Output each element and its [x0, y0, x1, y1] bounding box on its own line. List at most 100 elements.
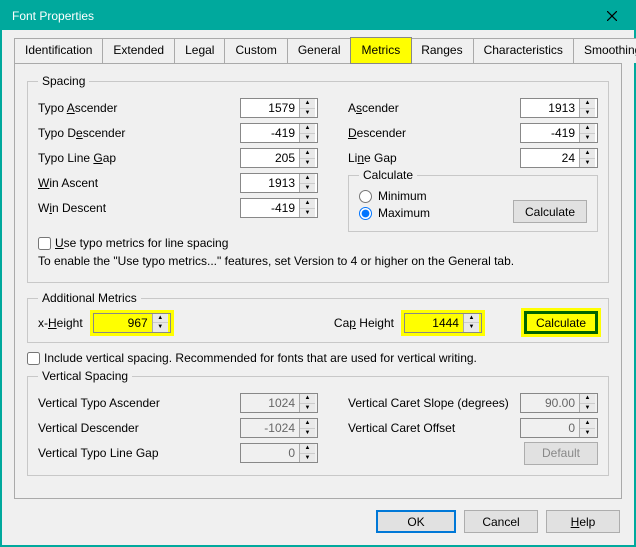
typo-note: To enable the "Use typo metrics..." feat… [38, 254, 598, 268]
spacing-legend: Spacing [38, 74, 89, 88]
spin-up-icon[interactable]: ▲ [300, 124, 315, 134]
additional-legend: Additional Metrics [38, 291, 141, 305]
spin-up-icon[interactable]: ▲ [300, 199, 315, 209]
minimum-radio[interactable] [359, 190, 372, 203]
additional-metrics-group: Additional Metrics x-Height ▲▼ Cap Heigh… [27, 291, 609, 343]
spin-up-icon: ▲ [300, 394, 315, 404]
spin-down-icon[interactable]: ▼ [300, 134, 315, 143]
spin-up-icon[interactable]: ▲ [580, 124, 595, 134]
spin-down-icon[interactable]: ▼ [153, 323, 168, 332]
typo-descender-spinner[interactable]: ▲▼ [240, 123, 318, 143]
help-button[interactable]: Help [546, 510, 620, 533]
calculate-group: Calculate Minimum Maximum Calculate [348, 175, 598, 232]
additional-calculate-button[interactable]: Calculate [524, 311, 598, 334]
maximum-label: Maximum [378, 206, 430, 220]
win-descent-spinner[interactable]: ▲▼ [240, 198, 318, 218]
spin-down-icon[interactable]: ▼ [580, 159, 595, 168]
spin-up-icon[interactable]: ▲ [300, 174, 315, 184]
vertical-spacing-group: Vertical Spacing Vertical Typo Ascender … [27, 369, 609, 476]
x-height-input[interactable] [94, 314, 152, 332]
tab-extended[interactable]: Extended [102, 38, 175, 63]
maximum-radio[interactable] [359, 207, 372, 220]
typo-ascender-input[interactable] [241, 99, 299, 117]
spin-down-icon: ▼ [300, 454, 315, 463]
tab-metrics[interactable]: Metrics [351, 38, 412, 63]
include-vertical-checkbox[interactable] [27, 352, 40, 365]
vertical-legend: Vertical Spacing [38, 369, 132, 383]
tab-smoothing[interactable]: Smoothing [573, 38, 636, 63]
calculate-legend: Calculate [359, 168, 417, 182]
v-typo-ascender-input [241, 394, 299, 412]
use-typo-checkbox[interactable] [38, 237, 51, 250]
spin-down-icon[interactable]: ▼ [300, 159, 315, 168]
x-height-label: x-Height [38, 316, 83, 330]
tab-identification[interactable]: Identification [14, 38, 103, 63]
minimum-label: Minimum [378, 189, 427, 203]
tab-characteristics[interactable]: Characteristics [473, 38, 574, 63]
spin-up-icon: ▲ [300, 444, 315, 454]
spin-up-icon[interactable]: ▲ [300, 149, 315, 159]
win-descent-input[interactable] [241, 199, 299, 217]
include-vertical-label: Include vertical spacing. Recommended fo… [44, 351, 477, 365]
v-line-gap-spinner: ▲▼ [240, 443, 318, 463]
spin-down-icon[interactable]: ▼ [580, 134, 595, 143]
descender-input[interactable] [521, 124, 579, 142]
v-typo-ascender-spinner: ▲▼ [240, 393, 318, 413]
x-height-spinner[interactable]: ▲▼ [93, 313, 171, 333]
spin-down-icon[interactable]: ▼ [300, 209, 315, 218]
v-line-gap-input [241, 444, 299, 462]
tab-body-metrics: Spacing Typo Ascender ▲▼ Typo Descender … [14, 64, 622, 499]
win-ascent-spinner[interactable]: ▲▼ [240, 173, 318, 193]
cap-height-spinner[interactable]: ▲▼ [404, 313, 482, 333]
close-button[interactable] [592, 4, 632, 28]
spin-down-icon: ▼ [300, 404, 315, 413]
dialog-buttons: OK Cancel Help [376, 510, 620, 533]
ascender-label: Ascender [348, 101, 399, 115]
spin-up-icon[interactable]: ▲ [580, 149, 595, 159]
spin-down-icon[interactable]: ▼ [300, 109, 315, 118]
cap-height-label: Cap Height [334, 316, 394, 330]
descender-label: Descender [348, 126, 406, 140]
window-title: Font Properties [12, 9, 94, 23]
spin-down-icon: ▼ [300, 429, 315, 438]
ascender-input[interactable] [521, 99, 579, 117]
typo-line-gap-spinner[interactable]: ▲▼ [240, 148, 318, 168]
spin-down-icon[interactable]: ▼ [464, 323, 479, 332]
tab-legal[interactable]: Legal [174, 38, 225, 63]
spin-up-icon[interactable]: ▲ [300, 99, 315, 109]
spin-down-icon[interactable]: ▼ [580, 109, 595, 118]
use-typo-checkbox-row[interactable]: Use typo metrics for line spacing [38, 236, 598, 250]
spin-down-icon[interactable]: ▼ [300, 184, 315, 193]
tab-ranges[interactable]: Ranges [410, 38, 473, 63]
typo-descender-input[interactable] [241, 124, 299, 142]
spin-up-icon[interactable]: ▲ [580, 99, 595, 109]
cancel-button[interactable]: Cancel [464, 510, 538, 533]
spin-up-icon[interactable]: ▲ [464, 314, 479, 324]
line-gap-input[interactable] [521, 149, 579, 167]
ok-button[interactable]: OK [376, 510, 456, 533]
v-descender-label: Vertical Descender [38, 421, 208, 435]
spin-up-icon: ▲ [580, 419, 595, 429]
v-caret-offset-spinner: ▲▼ [520, 418, 598, 438]
typo-ascender-spinner[interactable]: ▲▼ [240, 98, 318, 118]
ascender-spinner[interactable]: ▲▼ [520, 98, 598, 118]
include-vertical-checkbox-row[interactable]: Include vertical spacing. Recommended fo… [27, 351, 609, 365]
typo-descender-label: Typo Descender [38, 126, 125, 140]
tab-custom[interactable]: Custom [224, 38, 287, 63]
win-ascent-input[interactable] [241, 174, 299, 192]
line-gap-label: Line Gap [348, 151, 397, 165]
line-gap-spinner[interactable]: ▲▼ [520, 148, 598, 168]
v-caret-slope-input [521, 394, 579, 412]
spacing-calculate-button[interactable]: Calculate [513, 200, 587, 223]
tab-general[interactable]: General [287, 38, 352, 63]
cap-height-input[interactable] [405, 314, 463, 332]
v-caret-slope-spinner: ▲▼ [520, 393, 598, 413]
spin-down-icon: ▼ [580, 404, 595, 413]
spin-up-icon[interactable]: ▲ [153, 314, 168, 324]
descender-spinner[interactable]: ▲▼ [520, 123, 598, 143]
v-caret-offset-label: Vertical Caret Offset [348, 421, 455, 435]
typo-line-gap-input[interactable] [241, 149, 299, 167]
tab-strip: IdentificationExtendedLegalCustomGeneral… [14, 38, 622, 64]
titlebar: Font Properties [2, 2, 634, 30]
v-descender-input [241, 419, 299, 437]
